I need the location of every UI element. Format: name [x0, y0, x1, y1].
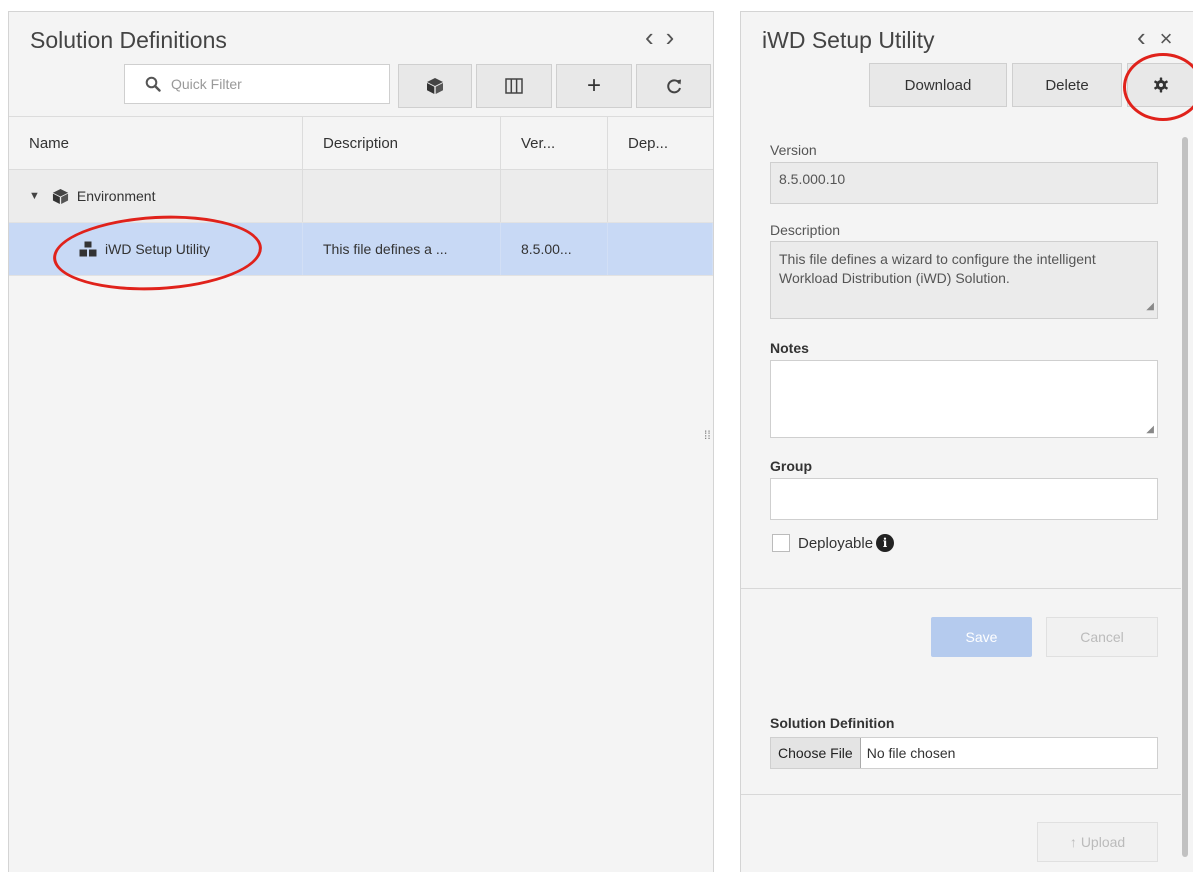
close-icon[interactable]: × — [1160, 26, 1187, 51]
save-button[interactable]: Save — [931, 617, 1032, 657]
plus-icon: + — [586, 72, 601, 99]
column-header-description[interactable]: Description — [303, 117, 501, 169]
prev-arrow-icon[interactable]: ‹ — [1137, 22, 1160, 52]
solution-icon — [79, 241, 97, 257]
version-field: 8.5.000.10 — [770, 162, 1158, 204]
add-button[interactable]: + — [556, 64, 632, 108]
table-row-environment[interactable]: ▼ Environment — [9, 170, 713, 223]
resize-handle-icon[interactable]: ◢ — [1146, 424, 1154, 435]
next-arrow-icon[interactable]: › — [666, 22, 687, 52]
gear-icon — [1154, 77, 1168, 93]
column-header-deploy[interactable]: Dep... — [608, 117, 713, 169]
solution-definitions-panel: Solution Definitions ‹› + — [8, 11, 714, 872]
quick-filter-input[interactable] — [169, 75, 363, 93]
description-field: This file defines a wizard to configure … — [770, 241, 1158, 319]
prev-arrow-icon[interactable]: ‹ — [645, 22, 666, 52]
deploy-cell — [608, 223, 713, 275]
package-icon — [427, 78, 443, 94]
section-divider — [741, 794, 1181, 795]
column-header-version[interactable]: Ver... — [501, 117, 608, 169]
choose-file-button[interactable]: Choose File — [771, 738, 861, 768]
settings-button[interactable] — [1127, 63, 1193, 107]
name-cell: iWD Setup Utility — [9, 223, 303, 275]
version-cell: 8.5.00... — [501, 223, 608, 275]
refresh-button[interactable] — [636, 64, 711, 108]
row-name: iWD Setup Utility — [105, 241, 211, 257]
package-button[interactable] — [398, 64, 472, 108]
scrollbar[interactable] — [1182, 137, 1188, 857]
columns-button[interactable] — [476, 64, 552, 108]
version-cell — [501, 170, 608, 222]
deployable-label: Deployable — [798, 534, 874, 552]
cancel-button[interactable]: Cancel — [1046, 617, 1158, 657]
description-cell: This file defines a ... — [303, 223, 501, 275]
solution-definition-label: Solution Definition — [770, 715, 895, 731]
deployable-label-wrap: Deployable i — [798, 534, 895, 552]
quick-filter-box — [124, 64, 390, 104]
table-row-iwd-setup-utility[interactable]: iWD Setup Utility This file defines a ..… — [9, 223, 713, 276]
download-button[interactable]: Download — [869, 63, 1007, 107]
file-input: Choose File No file chosen — [770, 737, 1158, 769]
solution-grid: Name Description Ver... Dep... ▼ Environ… — [9, 116, 713, 276]
notes-field[interactable]: ◢ — [770, 360, 1158, 438]
description-cell — [303, 170, 501, 222]
search-icon — [145, 76, 161, 92]
name-cell: ▼ Environment — [9, 170, 303, 222]
upload-arrow-icon: ↑ — [1069, 834, 1077, 850]
panel-nav: ‹× — [1137, 22, 1187, 53]
group-field[interactable] — [770, 478, 1158, 520]
section-divider — [741, 588, 1181, 589]
deploy-cell — [608, 170, 713, 222]
upload-label: Upload — [1080, 834, 1126, 850]
panel-splitter-handle[interactable]: ⁞⁞ — [704, 429, 711, 441]
notes-label: Notes — [770, 340, 809, 356]
deployable-checkbox[interactable] — [772, 534, 790, 552]
info-icon[interactable]: i — [876, 534, 895, 552]
grid-header: Name Description Ver... Dep... — [9, 116, 713, 170]
upload-button[interactable]: ↑ Upload — [1037, 822, 1158, 862]
panel-title: Solution Definitions — [30, 27, 227, 53]
resize-handle-icon[interactable]: ◢ — [1146, 297, 1154, 316]
refresh-icon — [666, 79, 681, 94]
column-header-name[interactable]: Name — [9, 117, 303, 169]
columns-icon — [505, 78, 523, 94]
row-name: Environment — [76, 188, 156, 204]
panel-nav: ‹› — [645, 22, 686, 53]
group-label: Group — [770, 458, 812, 474]
description-label: Description — [770, 222, 841, 238]
solution-details-panel: iWD Setup Utility ‹× Download Delete Ver… — [740, 11, 1193, 872]
delete-button[interactable]: Delete — [1012, 63, 1122, 107]
expand-caret-icon[interactable]: ▼ — [29, 190, 40, 202]
version-label: Version — [770, 142, 817, 158]
panel-title: iWD Setup Utility — [762, 27, 935, 53]
description-text: This file defines a wizard to configure … — [779, 251, 1096, 286]
no-file-text: No file chosen — [866, 745, 956, 761]
cube-icon — [52, 188, 69, 205]
